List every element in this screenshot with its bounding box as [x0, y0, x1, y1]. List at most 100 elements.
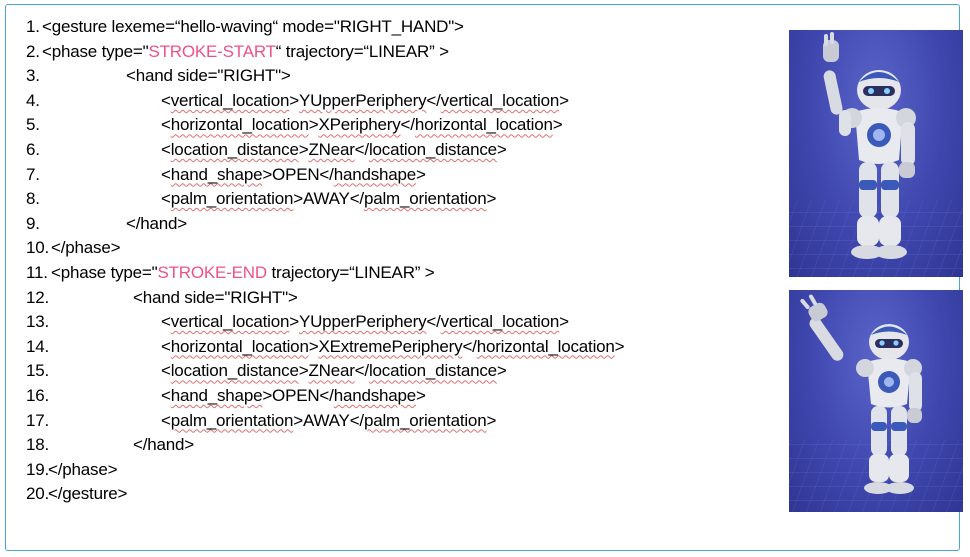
line-content: <gesture lexeme=“hello-waving“ mode="RIG…: [42, 15, 464, 40]
xml-tag-token: horizontal_location: [414, 115, 553, 135]
code-text: >: [496, 139, 507, 159]
code-text: <: [161, 115, 171, 135]
code-text: <: [161, 410, 171, 430]
code-text: >: [614, 336, 625, 356]
code-text: <: [161, 385, 171, 405]
code-line: 19. </phase>: [26, 458, 118, 483]
code-line: 4. <vertical_location>YUpperPeriphery</ve…: [26, 89, 569, 114]
code-text: >OPEN</: [262, 164, 334, 184]
line-content: <phase type="STROKE-END trajectory=“LINE…: [51, 261, 435, 286]
code-text: <phase type=": [42, 41, 149, 61]
code-line: 15. <location_distance>ZNear</location_di…: [26, 359, 507, 384]
code-line: 6. <location_distance>ZNear</location_dis…: [26, 138, 507, 163]
line-content: <palm_orientation>AWAY</palm_orientation…: [161, 409, 496, 434]
code-text: <hand side="RIGHT">: [126, 66, 291, 86]
line-content: </hand>: [126, 212, 187, 237]
code-text: </: [426, 312, 441, 332]
xml-tag-token: location_distance: [368, 139, 497, 159]
xml-tag-token: horizontal_location: [170, 336, 309, 356]
code-text: </hand>: [133, 435, 194, 455]
robot-illustration-1: [789, 32, 963, 277]
xml-tag-token: palm_orientation: [170, 189, 294, 209]
phase-type-keyword: STROKE-START: [148, 41, 276, 61]
code-text: >OPEN</: [262, 385, 334, 405]
code-text: </: [354, 361, 369, 381]
document-frame: 1. <gesture lexeme=“hello-waving“ mode="R…: [5, 4, 963, 551]
line-content: <vertical_location>YUpperPeriphery</vert…: [161, 89, 569, 114]
code-line: 18. </hand>: [26, 433, 194, 458]
xml-tag-token: location_distance: [170, 361, 299, 381]
xml-tag-token: ZNear: [308, 139, 355, 159]
code-text: >: [308, 336, 319, 356]
xml-tag-token: palm_orientation: [363, 410, 487, 430]
code-line: 17. <palm_orientation>AWAY</palm_orientat…: [26, 409, 496, 434]
xml-tag-token: palm_orientation: [363, 189, 487, 209]
code-text: </phase>: [51, 238, 121, 258]
code-text: >: [559, 90, 569, 110]
code-text: <: [161, 361, 171, 381]
xml-tag-token: horizontal_location: [476, 336, 615, 356]
line-number: 15.: [26, 361, 50, 381]
code-text: >AWAY</: [293, 189, 364, 209]
code-text: </: [400, 115, 415, 135]
code-line: 12. <hand side="RIGHT">: [26, 286, 298, 311]
code-text: </gesture>: [48, 484, 128, 504]
line-number: 2.: [26, 41, 40, 61]
xml-tag-token: hand_shape: [170, 164, 263, 184]
line-number: 17.: [26, 410, 50, 430]
code-text: </hand>: [126, 213, 187, 233]
line-number: 20.: [26, 484, 50, 504]
code-line: 9. </hand>: [26, 212, 187, 237]
line-number: 3.: [26, 66, 40, 86]
line-number: 18.: [26, 435, 50, 455]
line-content: <hand_shape>OPEN</handshape>: [161, 163, 426, 188]
xml-code-listing: 1. <gesture lexeme=“hello-waving“ mode="R…: [26, 15, 625, 507]
xml-tag-token: location_distance: [368, 361, 497, 381]
code-text: >: [289, 312, 299, 332]
line-content: </phase>: [48, 458, 118, 483]
line-content: <horizontal_location>XExtremePeriphery</…: [161, 335, 625, 360]
line-content: <hand side="RIGHT">: [133, 286, 298, 311]
code-text: >: [486, 189, 497, 209]
code-line: 16. <hand_shape>OPEN</handshape>: [26, 384, 426, 409]
code-text: >: [289, 90, 299, 110]
xml-tag-token: location_distance: [170, 139, 299, 159]
xml-tag-token: vertical_location: [170, 312, 290, 332]
code-text: <: [161, 312, 171, 332]
code-text: <: [161, 164, 171, 184]
line-number: 14.: [26, 336, 50, 356]
xml-tag-token: XPeriphery: [318, 115, 401, 135]
robot-illustration-2: [789, 294, 963, 512]
xml-tag-token: YUpperPeriphery: [298, 90, 427, 110]
code-line: 11. <phase type="STROKE-END trajectory=“L…: [26, 261, 435, 286]
line-number: 10.: [26, 238, 50, 258]
line-content: <hand_shape>OPEN</handshape>: [161, 384, 426, 409]
code-text: </: [462, 336, 477, 356]
line-content: </hand>: [133, 433, 194, 458]
line-number: 19.: [26, 459, 50, 479]
line-number: 11.: [26, 262, 48, 282]
line-content: <hand side="RIGHT">: [126, 64, 291, 89]
code-text: >: [552, 115, 563, 135]
line-number: 13.: [26, 312, 50, 332]
line-content: <location_distance>ZNear</location_dista…: [161, 138, 507, 163]
code-text: >: [486, 410, 497, 430]
code-text: >: [308, 115, 319, 135]
xml-tag-token: handshape: [333, 164, 417, 184]
line-number: 4.: [26, 90, 40, 110]
line-number: 1.: [26, 17, 40, 36]
code-text: <phase type=": [51, 262, 158, 282]
xml-tag-token: horizontal_location: [170, 115, 309, 135]
line-number: 9.: [26, 213, 40, 233]
code-text: >AWAY</: [293, 410, 364, 430]
code-text: >: [496, 361, 507, 381]
line-content: <horizontal_location>XPeriphery</horizon…: [161, 113, 563, 138]
xml-tag-token: XExtremePeriphery: [318, 336, 463, 356]
code-text: </: [426, 90, 441, 110]
code-text: “ trajectory=“LINEAR” >: [275, 41, 449, 61]
xml-tag-token: handshape: [333, 385, 417, 405]
line-number: 6.: [26, 139, 40, 159]
line-content: <vertical_location>YUpperPeriphery</vert…: [161, 310, 569, 335]
code-text: >: [298, 361, 309, 381]
line-number: 5.: [26, 115, 40, 135]
